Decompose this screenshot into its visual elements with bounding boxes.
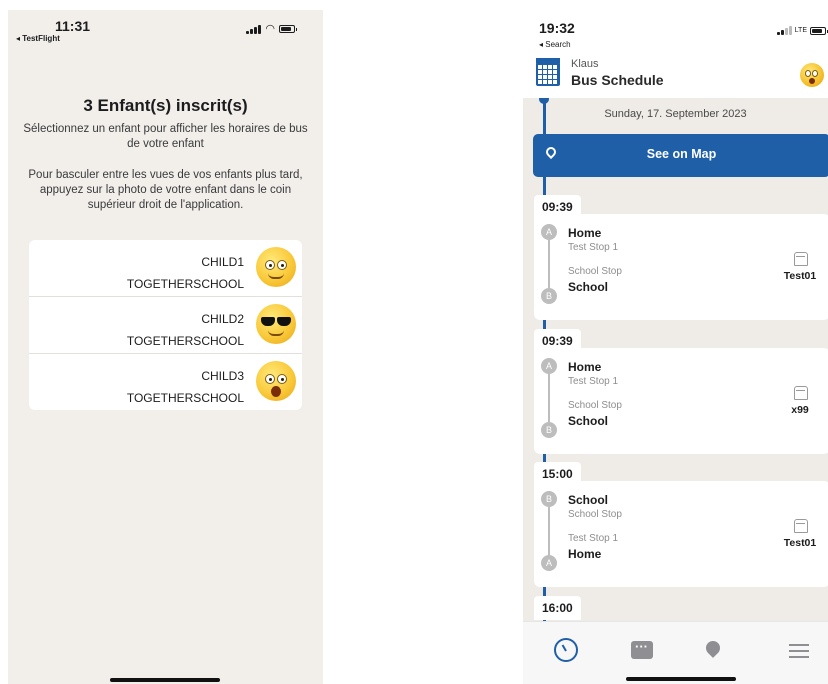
trip-card[interactable]: A Home Test Stop 1 School Stop B School … <box>534 214 828 320</box>
home-indicator[interactable] <box>626 677 736 681</box>
battery-icon <box>810 26 828 35</box>
smiling-emoji-icon <box>256 247 296 287</box>
child-row-3[interactable]: CHILD3 TOGETHERSCHOOL <box>29 354 302 410</box>
child-avatar-button[interactable] <box>800 63 824 87</box>
child-school: TOGETHERSCHOOL <box>126 391 244 405</box>
child-name: CHILD3 <box>201 369 244 383</box>
instruction-text: Sélectionnez un enfant pour afficher les… <box>23 123 308 150</box>
child-name: CHILD1 <box>201 255 244 269</box>
stop-marker: A <box>541 358 557 374</box>
page-title: 3 Enfant(s) inscrit(s) <box>83 96 248 115</box>
back-to-search-link[interactable]: ◂ Search <box>539 40 571 49</box>
destination-name: School <box>568 414 609 428</box>
surprised-emoji-icon <box>256 361 296 401</box>
user-name: Klaus <box>571 58 599 70</box>
status-time: 11:31 <box>55 18 91 34</box>
signal-icon <box>776 26 792 35</box>
status-bar: 11:31 ◂ TestFlight ◠ <box>8 10 323 54</box>
stop-marker: A <box>541 224 557 240</box>
child-school: TOGETHERSCHOOL <box>126 277 244 291</box>
battery-icon <box>279 25 297 33</box>
bus-label: Test01 <box>783 270 817 282</box>
origin-name: School <box>568 493 609 507</box>
network-label: LTE <box>794 27 807 34</box>
trip-time: 16:00 <box>534 596 581 620</box>
origin-name: Home <box>568 226 602 240</box>
home-indicator[interactable] <box>110 678 220 682</box>
stop-marker: B <box>541 288 557 304</box>
child-row-1[interactable]: CHILD1 TOGETHERSCHOOL <box>29 240 302 297</box>
origin-stop: School Stop <box>568 509 622 520</box>
destination-stop: School Stop <box>568 400 622 411</box>
child-row-2[interactable]: CHILD2 TOGETHERSCHOOL <box>29 297 302 354</box>
bus-label: Test01 <box>783 537 817 549</box>
signal-icon <box>246 24 262 34</box>
wifi-icon: ◠ <box>265 23 275 35</box>
child-school: TOGETHERSCHOOL <box>126 334 244 348</box>
origin-stop: Test Stop 1 <box>568 242 619 253</box>
tab-bar <box>523 621 828 684</box>
origin-name: Home <box>568 360 602 374</box>
destination-name: Home <box>568 547 602 561</box>
status-time: 19:32 <box>539 20 575 36</box>
see-on-map-button[interactable]: See on Map <box>533 134 828 177</box>
bus-schedule-screen: 19:32 ◂ Search LTE Klaus Bus Schedule Su… <box>523 10 828 684</box>
origin-stop: Test Stop 1 <box>568 376 619 387</box>
bus-icon <box>794 519 808 533</box>
child-list: CHILD1 TOGETHERSCHOOL CHILD2 TOGETHERSCH… <box>29 240 302 410</box>
destination-name: School <box>568 280 609 294</box>
map-button-label: See on Map <box>646 147 717 161</box>
child-selection-screen: 11:31 ◂ TestFlight ◠ 3 Enfant(s) inscrit… <box>8 10 323 684</box>
stop-marker: B <box>541 422 557 438</box>
destination-stop: School Stop <box>568 266 622 277</box>
map-pin-icon[interactable] <box>703 638 723 658</box>
timeline-dot <box>539 98 549 104</box>
schedule-date: Sunday, 17. September 2023 <box>604 108 747 120</box>
switch-hint-text: Pour basculer entre les vues de vos enfa… <box>28 169 303 211</box>
app-header: Klaus Bus Schedule <box>523 54 828 100</box>
stop-marker: B <box>541 491 557 507</box>
sunglasses-emoji-icon <box>256 304 296 344</box>
destination-stop: Test Stop 1 <box>568 533 619 544</box>
schedule-icon[interactable] <box>554 638 578 662</box>
bus-label: x99 <box>791 404 809 416</box>
bus-icon <box>794 252 808 266</box>
stop-marker: A <box>541 555 557 571</box>
chat-icon[interactable] <box>631 639 653 659</box>
child-name: CHILD2 <box>201 312 244 326</box>
back-to-testflight-link[interactable]: ◂ TestFlight <box>16 34 60 43</box>
trip-card[interactable]: B School School Stop Test Stop 1 A Home … <box>534 481 828 587</box>
bus-icon <box>794 386 808 400</box>
trip-card[interactable]: A Home Test Stop 1 School Stop B School … <box>534 348 828 454</box>
schedule-list[interactable]: Sunday, 17. September 2023 See on Map 09… <box>523 98 828 621</box>
page-title: Bus Schedule <box>571 72 664 88</box>
menu-icon[interactable] <box>789 644 809 658</box>
calendar-icon <box>536 58 560 86</box>
